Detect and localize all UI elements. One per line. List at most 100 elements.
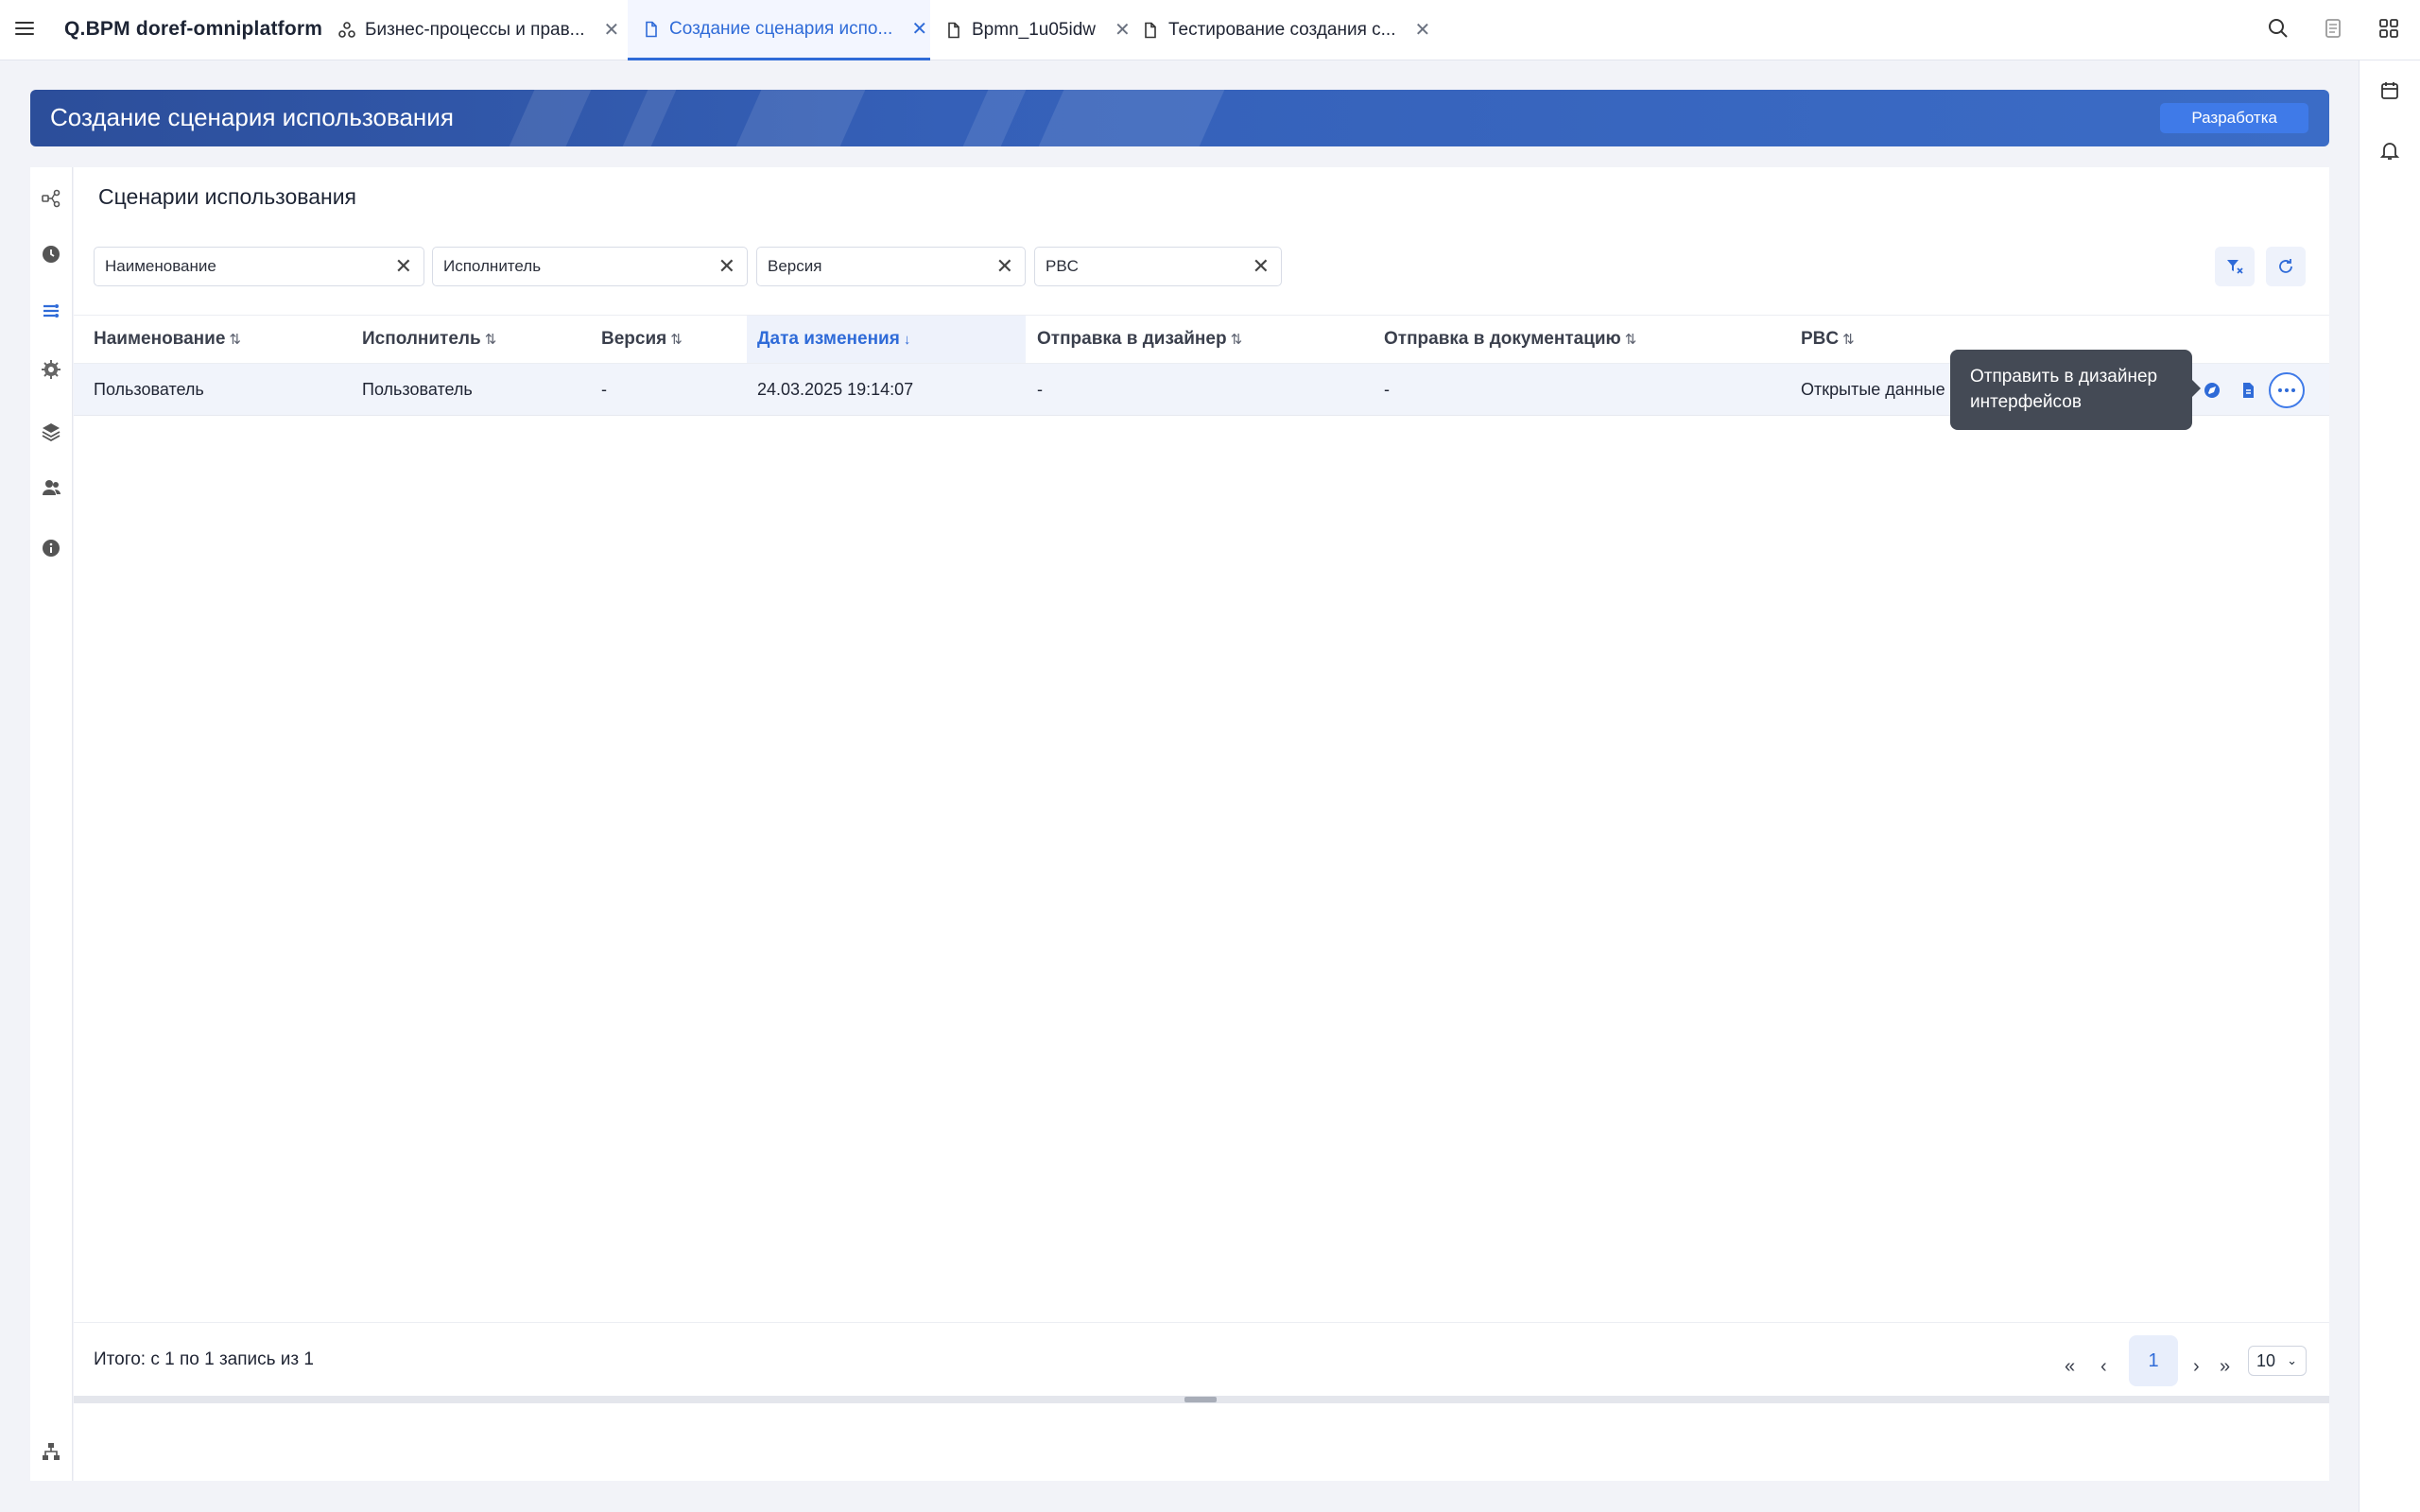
apps-grid-icon[interactable] bbox=[2377, 17, 2400, 40]
page-number-current[interactable]: 1 bbox=[2129, 1335, 2178, 1386]
cell-name: Пользователь bbox=[94, 380, 204, 399]
close-icon[interactable]: ✕ bbox=[911, 20, 927, 39]
column-label: Наименование bbox=[94, 329, 226, 349]
close-icon[interactable]: ✕ bbox=[1115, 21, 1131, 40]
status-badge[interactable]: Разработка bbox=[2160, 103, 2308, 133]
first-page-icon[interactable]: « bbox=[2065, 1356, 2075, 1378]
column-header-date[interactable]: Дата изменения ↓ bbox=[747, 316, 1026, 363]
close-icon[interactable]: ✕ bbox=[1253, 254, 1270, 279]
info-icon[interactable] bbox=[41, 538, 61, 558]
column-header-send-docs[interactable]: Отправка в документацию ⇅ bbox=[1384, 316, 1636, 363]
sort-icon: ⇅ bbox=[1842, 332, 1855, 348]
ellipsis-icon bbox=[2278, 388, 2295, 392]
clear-filters-button[interactable] bbox=[2215, 247, 2255, 286]
page-title: Создание сценария использования bbox=[50, 103, 454, 131]
cell-executor: Пользователь bbox=[362, 380, 473, 399]
cell-send-docs: - bbox=[1384, 380, 1390, 399]
right-rail bbox=[2359, 60, 2420, 1512]
scenarios-icon[interactable] bbox=[41, 301, 61, 321]
column-header-name[interactable]: Наименование ⇅ bbox=[94, 316, 241, 363]
sort-icon: ⇅ bbox=[1230, 332, 1243, 348]
filter-pbc-input[interactable]: PBC ✕ bbox=[1034, 247, 1282, 286]
document-icon bbox=[2243, 383, 2254, 398]
divider bbox=[74, 1322, 2329, 1323]
column-label: PBC bbox=[1801, 329, 1840, 349]
column-header-version[interactable]: Версия ⇅ bbox=[601, 316, 683, 363]
filter-label: Исполнитель bbox=[443, 257, 542, 275]
gear-icon[interactable] bbox=[41, 359, 61, 380]
column-header-pbc[interactable]: PBC ⇅ bbox=[1801, 316, 1855, 363]
hierarchy-icon[interactable] bbox=[41, 1441, 61, 1462]
tab-label: Тестирование создания с... bbox=[1168, 20, 1396, 40]
close-icon[interactable]: ✕ bbox=[395, 254, 412, 279]
users-icon[interactable] bbox=[41, 477, 61, 498]
cell-version: - bbox=[601, 380, 607, 399]
column-label: Отправка в дизайнер bbox=[1037, 329, 1227, 349]
calendar-icon[interactable] bbox=[2378, 79, 2401, 102]
tab-bpmn[interactable]: Bpmn_1u05idw ✕ bbox=[945, 0, 1131, 60]
resize-handle[interactable] bbox=[1184, 1397, 1217, 1402]
column-label: Дата изменения bbox=[757, 329, 900, 349]
send-to-docs-button[interactable] bbox=[2233, 375, 2263, 405]
filter-clear-icon bbox=[2227, 260, 2243, 274]
sort-icon: ⇅ bbox=[484, 332, 497, 348]
top-tab-bar: Q.BPM doref-omniplatform Бизнес-процессы… bbox=[0, 0, 2420, 60]
send-to-designer-button[interactable] bbox=[2197, 375, 2227, 405]
process-flow-icon[interactable] bbox=[41, 188, 61, 209]
history-clock-icon[interactable] bbox=[41, 244, 61, 265]
page-size-select[interactable]: 10 ⌄ bbox=[2248, 1346, 2307, 1376]
filter-name-input[interactable]: Наименование ✕ bbox=[94, 247, 424, 286]
notes-icon[interactable] bbox=[2322, 17, 2344, 40]
sort-icon: ⇅ bbox=[1624, 332, 1637, 348]
prev-page-icon[interactable]: ‹ bbox=[2100, 1356, 2107, 1378]
send-designer-icon bbox=[2204, 383, 2220, 398]
column-header-executor[interactable]: Исполнитель ⇅ bbox=[362, 316, 496, 363]
column-label: Версия bbox=[601, 329, 667, 349]
document-icon bbox=[643, 21, 660, 38]
tooltip: Отправить в дизайнер интерфейсов bbox=[1950, 350, 2201, 430]
document-icon bbox=[1142, 22, 1159, 39]
cell-send-designer: - bbox=[1037, 380, 1043, 399]
filter-version-input[interactable]: Версия ✕ bbox=[756, 247, 1026, 286]
filter-label: PBC bbox=[1046, 257, 1079, 275]
sort-desc-icon: ↓ bbox=[903, 332, 911, 348]
page-size-value: 10 bbox=[2256, 1351, 2276, 1370]
column-label: Исполнитель bbox=[362, 329, 481, 349]
sort-icon: ⇅ bbox=[670, 332, 683, 348]
process-network-icon bbox=[338, 22, 355, 39]
pagination-summary: Итого: с 1 по 1 запись из 1 bbox=[94, 1349, 314, 1369]
left-nav-rail bbox=[30, 167, 73, 1481]
hamburger-menu-icon[interactable] bbox=[13, 17, 36, 40]
cell-date: 24.03.2025 19:14:07 bbox=[757, 380, 914, 399]
tooltip-line: Отправить в дизайнер bbox=[1970, 367, 2158, 387]
bell-icon[interactable] bbox=[2378, 139, 2401, 162]
tab-testing[interactable]: Тестирование создания с... ✕ bbox=[1142, 0, 1430, 60]
more-actions-button[interactable] bbox=[2269, 372, 2305, 408]
tab-label: Bpmn_1u05idw bbox=[972, 20, 1096, 40]
last-page-icon[interactable]: » bbox=[2220, 1356, 2230, 1378]
app-title: Q.BPM doref-omniplatform bbox=[64, 18, 323, 40]
close-icon[interactable]: ✕ bbox=[1414, 21, 1430, 40]
tab-use-case-creation[interactable]: Создание сценария испо... ✕ bbox=[628, 0, 930, 60]
close-icon[interactable]: ✕ bbox=[996, 254, 1013, 279]
refresh-button[interactable] bbox=[2266, 247, 2306, 286]
layers-icon[interactable] bbox=[41, 421, 61, 442]
filter-executor-input[interactable]: Исполнитель ✕ bbox=[432, 247, 748, 286]
tab-business-processes[interactable]: Бизнес-процессы и прав... ✕ bbox=[338, 0, 619, 60]
tooltip-line: интерфейсов bbox=[1970, 392, 2082, 412]
document-icon bbox=[945, 22, 962, 39]
tab-label: Бизнес-процессы и прав... bbox=[365, 20, 585, 40]
cell-pbc: Открытые данные bbox=[1801, 380, 1945, 399]
filter-label: Версия bbox=[768, 257, 822, 275]
next-page-icon[interactable]: › bbox=[2193, 1356, 2200, 1378]
close-icon[interactable]: ✕ bbox=[718, 254, 735, 279]
filter-label: Наименование bbox=[105, 257, 216, 275]
column-label: Отправка в документацию bbox=[1384, 329, 1621, 349]
sort-icon: ⇅ bbox=[229, 332, 241, 348]
close-icon[interactable]: ✕ bbox=[604, 21, 620, 40]
page-banner: Создание сценария использования Разработ… bbox=[30, 90, 2329, 146]
search-icon[interactable] bbox=[2267, 17, 2290, 40]
column-header-send-designer[interactable]: Отправка в дизайнер ⇅ bbox=[1037, 316, 1242, 363]
section-title: Сценарии использования bbox=[98, 184, 357, 209]
tab-label: Создание сценария испо... bbox=[669, 18, 893, 39]
